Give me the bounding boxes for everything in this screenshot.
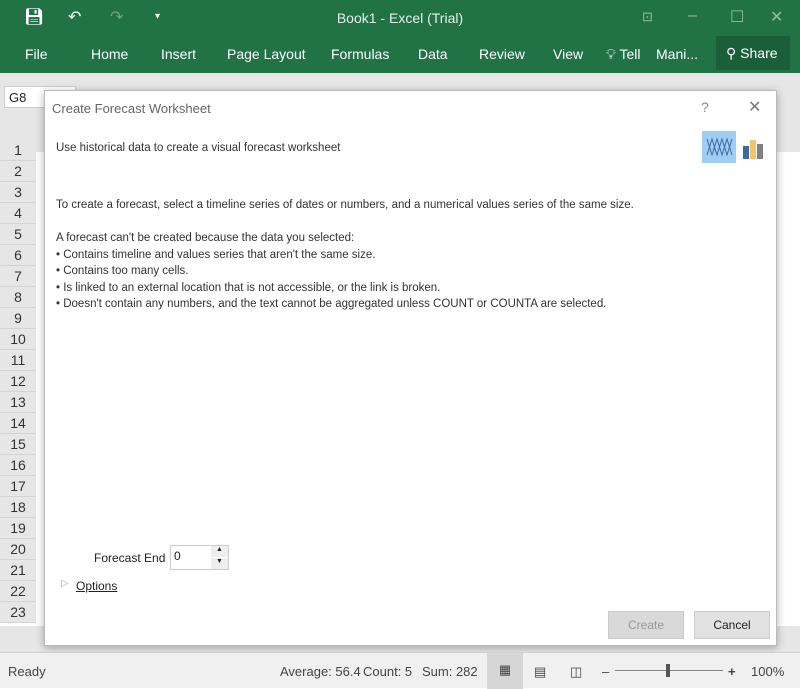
dialog-title: Create Forecast Worksheet xyxy=(52,101,211,116)
row-header[interactable]: 3 xyxy=(0,182,36,203)
tab-review[interactable]: Review xyxy=(479,46,525,62)
row-header[interactable]: 9 xyxy=(0,308,36,329)
tab-page-layout[interactable]: Page Layout xyxy=(227,46,306,62)
dialog-close-button[interactable]: ✕ xyxy=(748,97,761,117)
status-count: Count: 5 xyxy=(363,664,413,679)
status-ready: Ready xyxy=(8,664,46,679)
row-header[interactable]: 17 xyxy=(0,476,36,497)
title-bar: 💾︎ ↶ ↷ ▾ Book1 - Excel (Trial) ⊡ – ☐ ✕ xyxy=(0,0,800,36)
row-header[interactable]: 10 xyxy=(0,329,36,350)
column-chart-icon[interactable] xyxy=(742,136,766,163)
tab-mani[interactable]: Mani... xyxy=(656,46,698,62)
forecast-end-input[interactable]: 0 ▲ ▼ xyxy=(170,545,229,570)
error-bullet: • Contains too many cells. xyxy=(56,265,189,277)
zoom-out-button[interactable]: – xyxy=(602,664,609,679)
error-heading: A forecast can't be created because the … xyxy=(56,232,355,244)
row-header[interactable]: 1 xyxy=(0,140,36,161)
spin-down-button[interactable]: ▼ xyxy=(211,558,228,569)
person-add-icon: ⚲ xyxy=(726,45,737,61)
intro-text: To create a forecast, select a timeline … xyxy=(56,199,634,211)
row-header[interactable]: 16 xyxy=(0,455,36,476)
tab-insert[interactable]: Insert xyxy=(161,46,196,62)
row-header[interactable]: 8 xyxy=(0,287,36,308)
row-header[interactable]: 14 xyxy=(0,413,36,434)
row-header[interactable]: 7 xyxy=(0,266,36,287)
status-sum: Sum: 282 xyxy=(422,664,478,679)
tab-formulas[interactable]: Formulas xyxy=(331,46,389,62)
page-break-view-icon[interactable]: ◫ xyxy=(570,664,582,680)
zoom-level[interactable]: 100% xyxy=(751,664,784,679)
error-bullet: • Is linked to an external location that… xyxy=(56,282,441,294)
spin-up-button[interactable]: ▲ xyxy=(211,546,228,557)
cancel-button[interactable]: Cancel xyxy=(694,611,770,639)
row-header[interactable]: 18 xyxy=(0,497,36,518)
help-button[interactable]: ? xyxy=(701,99,709,115)
options-toggle[interactable]: Options xyxy=(76,579,117,593)
window-title: Book1 - Excel (Trial) xyxy=(336,10,464,26)
normal-view-icon[interactable]: ▦ xyxy=(487,653,523,689)
zoom-in-button[interactable]: + xyxy=(728,664,736,679)
row-header[interactable]: 21 xyxy=(0,560,36,581)
share-label: Share xyxy=(740,45,778,61)
status-bar: Ready Average: 56.4 Count: 5 Sum: 282 ▦ … xyxy=(0,652,800,689)
expand-options-icon[interactable]: ▷ xyxy=(61,578,69,589)
error-bullet: • Contains timeline and values series th… xyxy=(56,249,376,261)
row-header[interactable]: 12 xyxy=(0,371,36,392)
lightbulb-icon: 💡︎ xyxy=(606,46,616,62)
row-header[interactable]: 6 xyxy=(0,245,36,266)
row-header[interactable]: 20 xyxy=(0,539,36,560)
row-header[interactable]: 23 xyxy=(0,602,36,623)
error-bullet: • Doesn't contain any numbers, and the t… xyxy=(56,298,607,310)
tab-view[interactable]: View xyxy=(553,46,583,62)
ribbon-display-icon[interactable]: ⊡ xyxy=(642,9,653,25)
row-headers: 1 2 3 4 5 6 7 8 9 10 11 12 13 14 15 16 17 18 19 20 21 22 23 xyxy=(0,140,36,623)
row-header[interactable]: 11 xyxy=(0,350,36,371)
row-header[interactable]: 4 xyxy=(0,203,36,224)
tab-home[interactable]: Home xyxy=(91,46,128,62)
row-header[interactable]: 13 xyxy=(0,392,36,413)
tab-data[interactable]: Data xyxy=(418,46,448,62)
share-button[interactable]: ⚲ Share xyxy=(716,36,790,70)
close-icon[interactable]: ✕ xyxy=(770,7,783,27)
row-header[interactable]: 2 xyxy=(0,161,36,182)
row-header[interactable]: 15 xyxy=(0,434,36,455)
forecast-end-value: 0 xyxy=(174,549,181,563)
status-average: Average: 56.4 xyxy=(280,664,361,679)
tab-file[interactable]: File xyxy=(25,46,48,62)
maximize-icon[interactable]: ☐ xyxy=(730,7,744,27)
tab-tell[interactable]: 💡︎ Tell xyxy=(606,46,640,63)
row-header[interactable]: 19 xyxy=(0,518,36,539)
ribbon-tabs: File Home Insert Page Layout Formulas Da… xyxy=(0,36,800,73)
row-header[interactable]: 5 xyxy=(0,224,36,245)
minimize-icon[interactable]: – xyxy=(688,7,697,25)
create-button[interactable]: Create xyxy=(608,611,684,639)
page-layout-view-icon[interactable]: ▤ xyxy=(534,664,546,680)
create-forecast-dialog: Create Forecast Worksheet ? ✕ Use histor… xyxy=(44,90,777,646)
dialog-subtitle: Use historical data to create a visual f… xyxy=(56,142,341,154)
zoom-slider-thumb[interactable] xyxy=(666,664,670,677)
row-header[interactable]: 22 xyxy=(0,581,36,602)
line-chart-icon[interactable] xyxy=(702,131,736,163)
tell-label: Tell xyxy=(619,46,641,62)
forecast-end-label: Forecast End xyxy=(94,551,166,565)
